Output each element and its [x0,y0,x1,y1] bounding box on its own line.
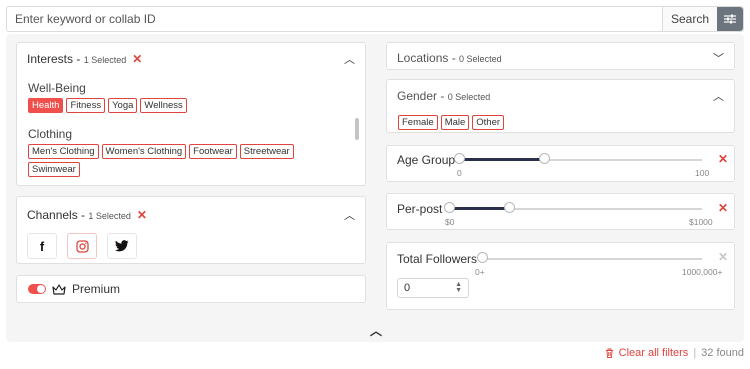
age-group-slider-fill [459,158,544,161]
filter-toggle-button[interactable] [717,7,743,31]
gender-tag-female[interactable]: Female [398,115,438,130]
per-post-card: Per-post $0 $1000 ✕ [386,193,735,230]
gender-tag-other[interactable]: Other [472,115,505,130]
premium-label: Premium [72,282,121,296]
locations-title: Locations - [397,51,460,65]
channels-selected-count: 1 Selected [88,211,131,221]
interest-tag-fitness[interactable]: Fitness [66,98,106,113]
clear-channels-icon[interactable]: ✕ [137,208,147,222]
total-followers-input[interactable]: 0 ▲ ▼ [397,278,469,298]
search-bar: Search [6,6,744,32]
clear-age-group-icon[interactable]: ✕ [718,152,728,166]
interest-tag-streetwear[interactable]: Streetwear [239,144,294,159]
instagram-icon[interactable] [67,233,97,259]
interest-tag-footwear[interactable]: Footwear [189,144,237,159]
twitter-icon[interactable] [107,233,137,259]
per-post-max-handle[interactable] [504,202,515,213]
interest-tag-health[interactable]: Health [28,98,64,113]
clear-per-post-icon[interactable]: ✕ [718,201,728,215]
age-group-min-label: 0 [457,168,462,178]
footer-separator: | [693,347,697,359]
gender-header[interactable]: Gender - 0 Selected [397,89,490,103]
collapse-filters-chevron-icon[interactable]: ︿ [370,322,382,339]
locations-header[interactable]: Locations - 0 Selected [397,51,502,65]
total-followers-min-label: 0+ [475,267,485,277]
interests-header[interactable]: Interests - 1 Selected ✕ [27,52,142,66]
search-input[interactable] [7,7,662,31]
gender-card: Gender - 0 Selected ︿ Female Male Other [386,79,735,133]
age-group-min-handle[interactable] [454,153,465,164]
per-post-min-handle[interactable] [444,202,455,213]
stepper-arrows-icon[interactable]: ▲ ▼ [455,281,462,294]
chevron-up-icon[interactable]: ︿ [344,207,355,223]
facebook-icon[interactable]: f [27,233,57,259]
channels-title: Channels - [27,208,89,222]
total-followers-handle[interactable] [477,252,488,263]
chevron-up-icon[interactable]: ︿ [344,51,355,67]
clear-total-followers-icon[interactable]: ✕ [718,250,728,264]
interests-selected-count: 1 Selected [83,55,127,65]
total-followers-input-value: 0 [404,282,411,294]
interest-tag-wellness[interactable]: Wellness [140,98,187,113]
total-followers-max-label: 1000,000+ [682,267,723,277]
interest-tag-mens-clothing[interactable]: Men's Clothing [28,144,99,159]
interest-tag-yoga[interactable]: Yoga [108,98,138,113]
chevron-down-icon[interactable]: ﹀ [713,50,724,66]
total-followers-card: Total Followers 0+ 1000,000+ ✕ 0 ▲ ▼ [386,242,735,310]
age-group-max-label: 100 [695,168,710,178]
interests-card: Interests - 1 Selected ✕ ︿ Well-Being Hea… [16,42,366,186]
per-post-max-label: $1000 [689,217,713,227]
interest-tag-womens-clothing[interactable]: Women's Clothing [101,144,187,159]
age-group-label: Age Group [397,153,456,167]
results-footer: Clear all filters | 32 found [605,347,744,359]
clear-all-filters-link[interactable]: Clear all filters [619,347,689,359]
age-group-max-handle[interactable] [539,153,550,164]
interest-group-label: Well-Being [28,81,86,95]
gender-selected-count: 0 Selected [447,92,491,102]
gender-tag-male[interactable]: Male [440,115,470,130]
interests-scrollbar[interactable] [355,118,359,140]
per-post-label: Per-post [397,202,443,216]
channels-header[interactable]: Channels - 1 Selected ✕ [27,208,147,222]
interests-title: Interests - [27,52,84,66]
chevron-up-icon[interactable]: ︿ [713,88,724,104]
premium-card: Premium [16,275,366,303]
crown-icon [52,283,66,295]
gender-title: Gender - [397,89,448,103]
locations-card: Locations - 0 Selected ﹀ [386,42,735,70]
results-count: 32 found [701,347,744,359]
age-group-card: Age Group 0 100 ✕ [386,145,735,182]
total-followers-label: Total Followers [397,252,478,266]
sliders-icon [724,14,736,24]
locations-selected-count: 0 Selected [459,54,502,64]
interest-group-label: Clothing [28,127,73,141]
trash-icon [605,348,613,358]
per-post-min-label: $0 [445,217,455,227]
search-button[interactable]: Search [661,7,717,31]
channels-card: Channels - 1 Selected ✕ ︿ f [16,196,366,264]
per-post-slider-fill [449,207,509,210]
clear-interests-icon[interactable]: ✕ [132,52,142,66]
interest-tag-swimwear[interactable]: Swimwear [28,162,80,177]
premium-toggle[interactable] [28,284,46,294]
total-followers-slider-track[interactable] [482,258,702,260]
